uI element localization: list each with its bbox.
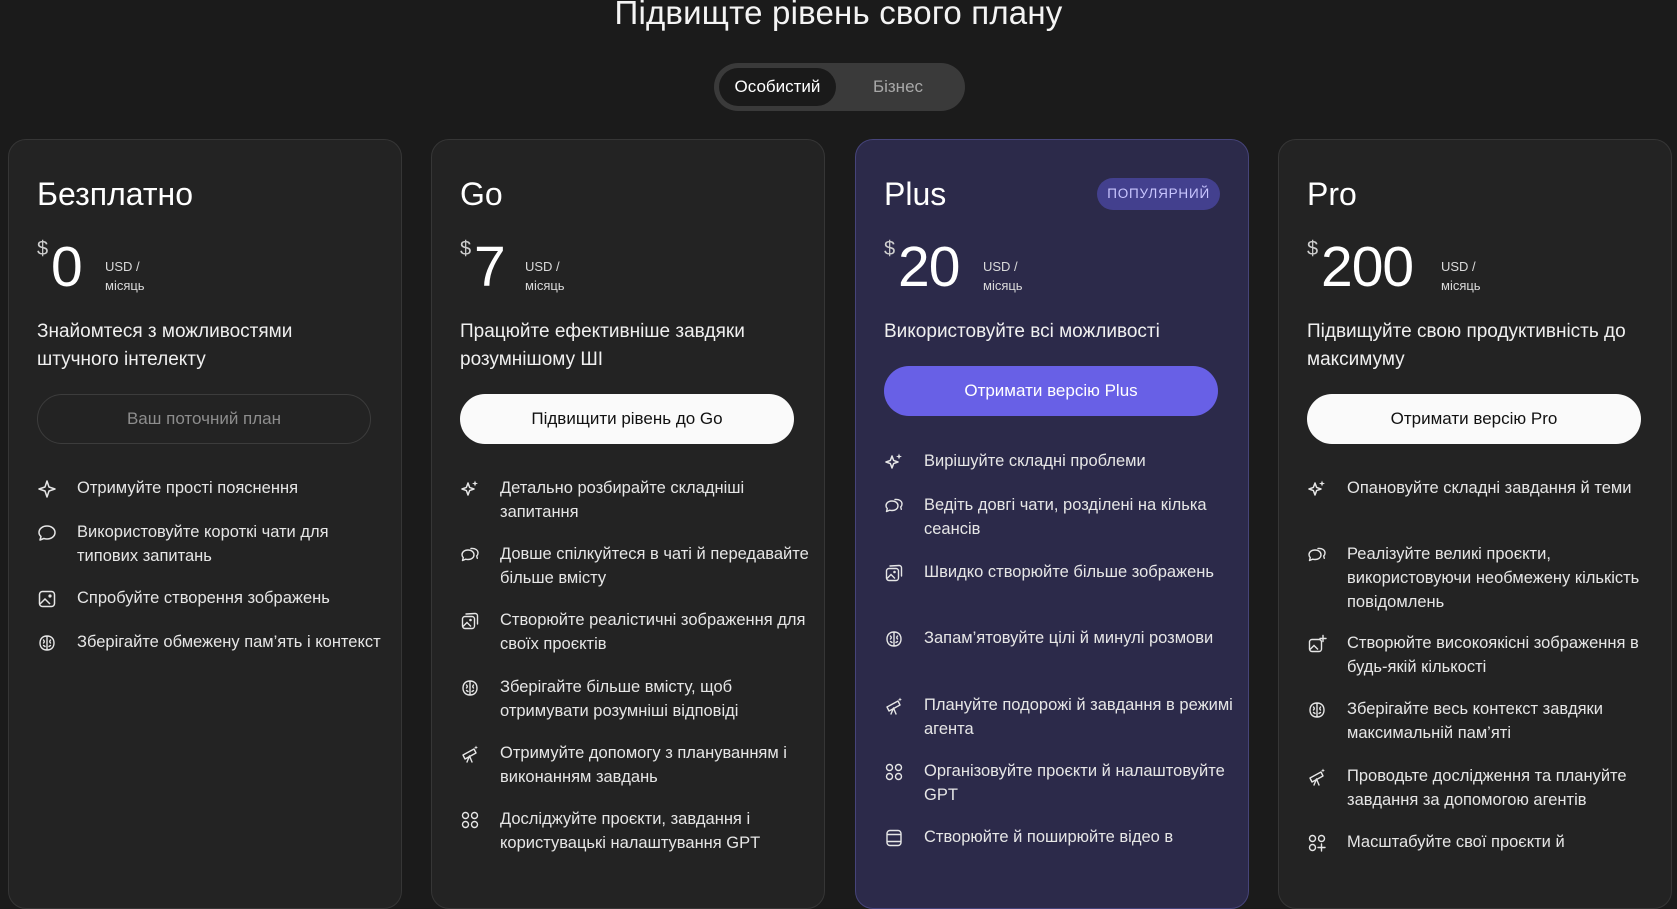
feature-text: Досліджуйте проєкти, завдання і користув… [500,810,761,852]
plan-card-pro: Pro $ 200 USD / місяць Підвищуйте свою п… [1278,139,1672,909]
feature-text: Детально розбирайте складніші запитання [500,479,745,521]
brain-icon [39,635,55,651]
feature-text: Ведіть довгі чати, розділені на кілька с… [924,496,1207,538]
currency-symbol: $ [884,238,896,260]
brain-icon [1309,702,1325,718]
chat-bubbles-icon [1308,547,1326,562]
price-unit-period: місяць [1441,278,1481,293]
feature-text: Отримуйте допомогу з плануванням і викон… [500,744,787,786]
apps-plus-icon [1308,834,1326,852]
upgrade-to-go-button[interactable]: Підвищити рівень до Go [460,394,794,444]
images-icon [461,612,479,630]
price-unit: USD / місяць [1441,257,1481,295]
get-plus-button[interactable]: Отримати версію Plus [884,366,1218,416]
plan-tagline: Працюйте ефективніше завдяки розумнішому… [460,321,745,370]
price-amount: 0 [51,235,83,299]
plan-tagline: Використовуйте всі можливості [884,321,1160,342]
feature-text: Зберігайте обмежену пам’ять і контекст [77,633,381,651]
price-unit-period: місяць [105,278,145,293]
feature-text: Зберігайте весь контекст завдяки максима… [1347,700,1603,742]
apps-icon [461,811,479,829]
price-unit: USD / місяць [105,257,145,295]
brain-icon [886,631,902,647]
sparkle-icon [38,480,56,498]
feature-text: Отримуйте прості пояснення [77,479,299,497]
feature-text: Зберігайте більше вмісту, щоб отримувати… [500,678,739,720]
price-unit: USD / місяць [983,257,1023,295]
current-plan-button[interactable]: Ваш поточний план [37,394,371,444]
feature-text: Опановуйте складні завдання й теми [1347,479,1632,497]
feature-text: Створюйте реалістичні зображення для сво… [500,611,806,653]
plan-tagline: Знайомтеся з можливостями штучного інтел… [37,321,293,370]
toggle-personal[interactable]: Особистий [719,68,836,106]
price-unit-period: місяць [525,278,565,293]
video-icon [886,829,902,847]
price-unit-currency: USD / [105,259,140,274]
image-icon [38,590,56,608]
plan-name: Безплатно [37,176,193,212]
plan-name: Plus [884,176,947,212]
feature-text: Масштабуйте свої проєкти й [1347,833,1565,851]
feature-text: Реалізуйте великі проєкти, використовуюч… [1347,545,1640,611]
feature-text: Довше спілкуйтеся в чаті й передавайте б… [500,545,809,587]
feature-text: Використовуйте короткі чати для типових … [77,523,329,565]
sparkles-icon [885,453,902,469]
chat-bubbles-icon [461,547,479,562]
chat-bubble-icon [38,525,56,541]
feature-text: Запам’ятовуйте цілі й минулі розмови [924,629,1214,647]
telescope-icon [1309,768,1325,786]
price-unit-period: місяць [983,278,1023,293]
get-pro-button[interactable]: Отримати версію Pro [1307,394,1641,444]
feature-text: Плануйте подорожі й завдання в режимі аг… [924,696,1233,738]
price-unit-currency: USD / [525,259,560,274]
images-plus-icon [1308,634,1327,653]
feature-text: Створюйте й поширюйте відео в [924,828,1174,846]
feature-text: Створюйте високоякісні зображення в будь… [1347,634,1639,676]
plan-tagline: Підвищуйте свою продуктивність до максим… [1307,321,1626,370]
telescope-icon [886,697,902,715]
feature-text: Швидко створюйте більше зображень [924,563,1214,581]
feature-text: Спробуйте створення зображень [77,589,330,607]
plan-card-go: Go $ 7 USD / місяць Працюйте ефективніше… [431,139,825,909]
apps-icon [885,763,903,781]
plan-type-toggle: Особистий Бізнес [714,63,965,111]
popular-badge: ПОПУЛЯРНИЙ [1097,178,1220,210]
feature-text: Організовуйте проєкти й налаштовуйте GPT [924,762,1225,804]
page-title: Підвищте рівень свого плану [614,0,1063,31]
brain-icon [462,680,478,696]
price-amount: 200 [1321,235,1414,299]
sparkles-icon [461,480,478,496]
currency-symbol: $ [37,238,49,260]
sparkles-icon [1308,480,1325,496]
feature-text: Вирішуйте складні проблеми [924,452,1146,470]
price-amount: 20 [898,235,960,299]
telescope-icon [462,745,478,763]
price-unit-currency: USD / [983,259,1018,274]
feature-text: Проводьте дослідження та плануйте завдан… [1347,767,1627,809]
currency-symbol: $ [460,238,472,260]
images-icon [885,564,903,582]
plan-name: Go [460,176,503,212]
chat-bubbles-icon [885,498,903,513]
price-unit: USD / місяць [525,257,565,295]
plan-card-free: Безплатно $ 0 USD / місяць Знайомтеся з … [8,139,402,909]
price-unit-currency: USD / [1441,259,1476,274]
price-amount: 7 [474,235,506,299]
toggle-business[interactable]: Бізнес [836,68,960,106]
plan-card-plus: Plus ПОПУЛЯРНИЙ $ 20 USD / місяць Викори… [855,139,1249,909]
currency-symbol: $ [1307,238,1319,260]
plan-name: Pro [1307,176,1357,212]
